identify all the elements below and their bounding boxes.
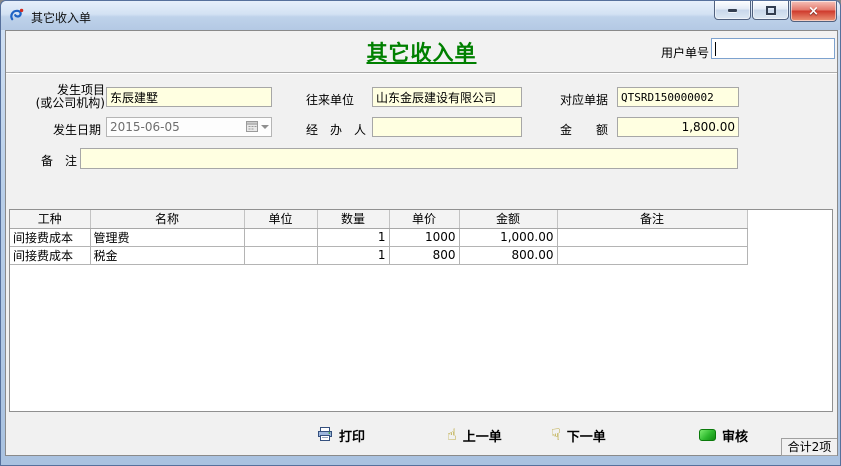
audit-button[interactable]: 审核: [699, 425, 748, 445]
amount-label: 金 额: [560, 121, 608, 138]
table-cell: 1: [317, 228, 389, 246]
amount-input[interactable]: [617, 117, 739, 137]
column-header: 名称: [90, 210, 244, 228]
column-header: 工种: [10, 210, 90, 228]
table-row[interactable]: 间接费成本管理费 110001,000.00: [10, 228, 747, 246]
table-cell: 1,000.00: [459, 228, 557, 246]
status-total: 合计2项: [781, 438, 837, 456]
handler-input[interactable]: [372, 117, 522, 137]
next-record-button[interactable]: ☟ 下一单: [551, 425, 606, 445]
minimize-button[interactable]: [714, 1, 751, 20]
app-icon: [9, 7, 25, 23]
table-cell: 800: [389, 246, 459, 264]
remark-input[interactable]: [80, 148, 738, 169]
titlebar[interactable]: 其它收入单 ×: [1, 1, 840, 30]
items-table: 工种名称单位数量单价金额备注 间接费成本管理费110001,000.00间接费成…: [10, 210, 748, 265]
remark-label: 备 注: [41, 152, 77, 169]
minimize-icon: [728, 9, 737, 12]
partner-label: 往来单位: [306, 91, 354, 108]
table-cell: [557, 246, 747, 264]
previous-record-label: 上一单: [463, 426, 502, 445]
project-label: 发生项目 (或公司机构): [19, 84, 105, 110]
hand-up-icon: ☝: [447, 427, 457, 443]
window-controls: ×: [714, 1, 837, 22]
table-header-row: 工种名称单位数量单价金额备注: [10, 210, 747, 228]
date-picker[interactable]: 2015-06-05: [106, 117, 272, 137]
column-header: 备注: [557, 210, 747, 228]
table-cell: 税金: [90, 246, 244, 264]
handler-label: 经 办 人: [306, 121, 366, 138]
window-title: 其它收入单: [31, 9, 91, 26]
hand-down-icon: ☟: [551, 427, 561, 443]
column-header: 单价: [389, 210, 459, 228]
table-cell: 800.00: [459, 246, 557, 264]
close-icon: ×: [808, 5, 819, 18]
audit-icon: [699, 429, 716, 441]
maximize-button[interactable]: [752, 1, 789, 20]
previous-record-button[interactable]: ☝ 上一单: [447, 425, 502, 445]
close-button[interactable]: ×: [790, 1, 837, 22]
user-no-label: 用户单号: [661, 44, 709, 61]
items-table-panel: 工种名称单位数量单价金额备注 间接费成本管理费110001,000.00间接费成…: [9, 209, 833, 412]
dropdown-arrow-icon: [261, 125, 269, 129]
table-cell: 间接费成本: [10, 246, 90, 264]
table-cell: 1000: [389, 228, 459, 246]
maximize-icon: [766, 6, 776, 15]
table-cell: 管理费: [90, 228, 244, 246]
table-cell: 间接费成本: [10, 228, 90, 246]
table-row[interactable]: 间接费成本税金 1800800.00: [10, 246, 747, 264]
print-label: 打印: [339, 426, 365, 445]
doc-input[interactable]: [617, 87, 739, 107]
partner-input[interactable]: [372, 87, 522, 107]
text-caret: [715, 42, 716, 56]
column-header: 金额: [459, 210, 557, 228]
table-cell: [244, 246, 317, 264]
print-button[interactable]: 打印: [317, 425, 365, 445]
user-no-input[interactable]: [711, 38, 835, 59]
doc-label: 对应单据: [560, 91, 608, 108]
audit-label: 审核: [722, 426, 748, 445]
next-record-label: 下一单: [567, 426, 606, 445]
column-header: 数量: [317, 210, 389, 228]
calendar-icon: [246, 120, 258, 135]
date-label: 发生日期: [53, 121, 101, 138]
app-window: 其它收入单 × 其它收入单 用户单号 发生项目 (或公司机构) 往来单位 对应单…: [0, 0, 841, 466]
printer-icon: [317, 426, 333, 445]
project-input[interactable]: [106, 87, 272, 107]
table-cell: [557, 228, 747, 246]
table-cell: [244, 228, 317, 246]
column-header: 单位: [244, 210, 317, 228]
table-cell: 1: [317, 246, 389, 264]
date-value: 2015-06-05: [110, 120, 246, 134]
